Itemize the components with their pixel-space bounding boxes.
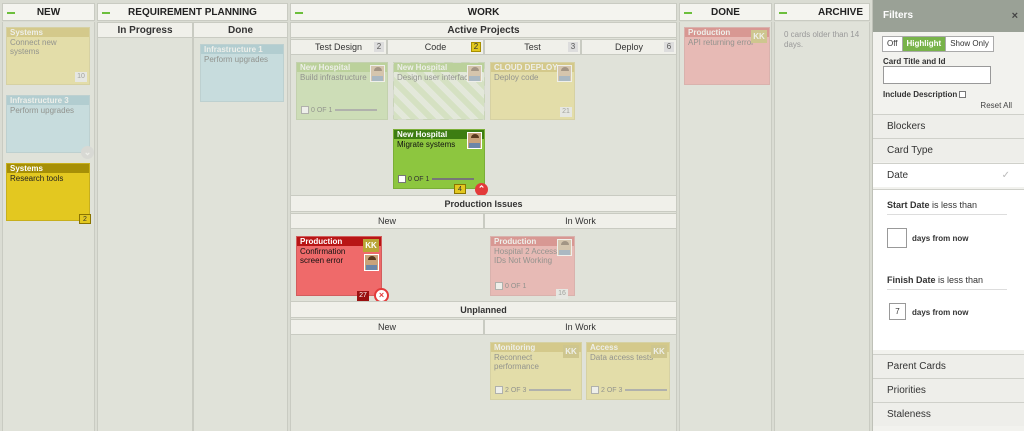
card[interactable]: New Hospital Design user interface [393,62,485,120]
card-count: 16 [556,289,568,299]
lane-header-requirement[interactable]: REQUIREMENT PLANNING [97,3,288,21]
card[interactable]: CLOUD DEPLOY Deploy code 21 [490,62,575,120]
checklist-icon [398,175,406,183]
wip-count: 6 [664,42,674,52]
filters-panel: Filters × Off Highlight Show Only Card T… [872,0,1024,431]
checklist-icon [495,386,503,394]
card-count: 21 [560,107,572,117]
avatar [364,254,379,271]
collapse-icon[interactable] [102,12,110,14]
task-progress: 2 OF 3 [591,386,668,394]
col-header-in-progress: In Progress [97,22,193,38]
card[interactable]: Infrastructure 3 Perform upgrades ⌄ [6,95,94,159]
kanban-board: NEW REQUIREMENT PLANNING WORK DONE ARCHI… [0,0,872,431]
checklist-icon [301,106,309,114]
calendar-count: 4 [454,184,466,194]
collapse-icon[interactable] [7,12,15,14]
col-header-up-in-work: In Work [484,319,677,335]
filter-parent-cards[interactable]: Parent Cards [873,354,1024,378]
column-archive [774,22,870,431]
avatar [467,65,482,82]
close-icon[interactable]: × [1012,0,1018,32]
card[interactable]: New Hospital Build infrastructure 0 OF 1 [296,62,388,120]
card[interactable]: Access Data access tests KK 2 OF 3 [586,342,670,400]
card[interactable]: New Hospital Migrate systems 0 OF 1 4 ⌃ [393,129,488,196]
card[interactable]: Production API returning error KK [684,27,770,85]
start-days-suffix: days from now [912,234,969,243]
checklist-icon [495,282,503,290]
card-title-input[interactable] [883,66,991,84]
avatar [557,239,572,256]
card[interactable]: Production Confirmation screen error KK … [296,236,389,303]
swimlane-unplanned[interactable]: Unplanned [290,301,677,318]
col-header-test-design: Test Design 2 [290,39,387,55]
col-header-pi-new: New [290,213,484,229]
date-filter-body: Start Date is less than days from now Fi… [873,189,1024,350]
include-description-checkbox[interactable] [959,91,967,99]
start-date-label: Start Date is less than [887,200,978,210]
include-description-label: Include Description [883,90,968,99]
calendar-count: 27 [357,291,369,301]
task-progress: 0 OF 1 [495,282,526,290]
user-initials: KK [751,30,767,43]
col-header-pi-in-work: In Work [484,213,677,229]
col-header-code: Code 2 [387,39,484,55]
swimlane-active-projects[interactable]: Active Projects [290,22,677,38]
avatar [557,65,572,82]
swimlane-production-issues[interactable]: Production Issues [290,195,677,212]
reset-all-link[interactable]: Reset All [980,101,1012,110]
card[interactable]: Production Hospital 2 Access IDs Not Wor… [490,236,575,299]
card-title-label: Card Title and Id [883,57,946,66]
col-header-test: Test 3 [484,39,581,55]
archive-note: 0 cards older than 14 days. [784,30,860,49]
mode-highlight[interactable]: Highlight [902,37,947,51]
avatar [370,65,385,82]
filter-blockers[interactable]: Blockers [873,114,1024,138]
lane-header-archive[interactable]: ARCHIVE [774,3,870,21]
task-progress: 0 OF 1 [301,106,378,114]
avatar [467,132,482,149]
filter-priorities[interactable]: Priorities [873,378,1024,402]
lane-header-done[interactable]: DONE [679,3,772,21]
finish-days-suffix: days from now [912,308,969,317]
card-count: 2 [79,214,91,224]
filter-card-type[interactable]: Card Type [873,138,1024,162]
finish-date-label: Finish Date is less than [887,275,984,285]
task-progress: 0 OF 1 [398,175,475,183]
column-in-progress [97,22,193,431]
collapse-icon[interactable] [779,12,787,14]
user-initials: KK [363,239,379,252]
card[interactable]: Systems Connect new systems 10 [6,27,90,85]
card[interactable]: Infrastructure 1 Perform upgrades [200,44,284,102]
checklist-icon [591,386,599,394]
mode-off[interactable]: Off [883,37,903,51]
task-progress: 2 OF 3 [495,386,572,394]
col-header-up-new: New [290,319,484,335]
wip-count: 3 [568,42,578,52]
card[interactable]: Monitoring Reconnect performance KK 2 OF… [490,342,582,400]
card-count: 10 [75,72,87,82]
col-header-req-done: Done [193,22,288,38]
filter-date[interactable]: Date ✓ [873,163,1024,187]
filters-header: Filters × [873,0,1024,32]
lane-header-new[interactable]: NEW [2,3,95,21]
col-header-deploy: Deploy 6 [581,39,677,55]
collapse-icon[interactable] [295,12,303,14]
user-initials: KK [651,345,667,358]
collapse-icon[interactable] [684,12,692,14]
start-days-input[interactable] [887,228,907,248]
filter-staleness[interactable]: Staleness [873,402,1024,426]
chevron-down-icon[interactable]: ⌄ [81,146,94,159]
mode-show-only[interactable]: Show Only [946,37,993,51]
card[interactable]: Systems Research tools 2 [6,163,91,224]
check-icon: ✓ [1001,170,1010,181]
wip-count: 2 [374,42,384,52]
wip-count: 2 [471,42,481,52]
user-initials: KK [563,345,579,358]
finish-days-input[interactable]: 7 [889,303,906,320]
filter-mode-toggle[interactable]: Off Highlight Show Only [882,36,994,52]
lane-header-work[interactable]: WORK [290,3,677,21]
